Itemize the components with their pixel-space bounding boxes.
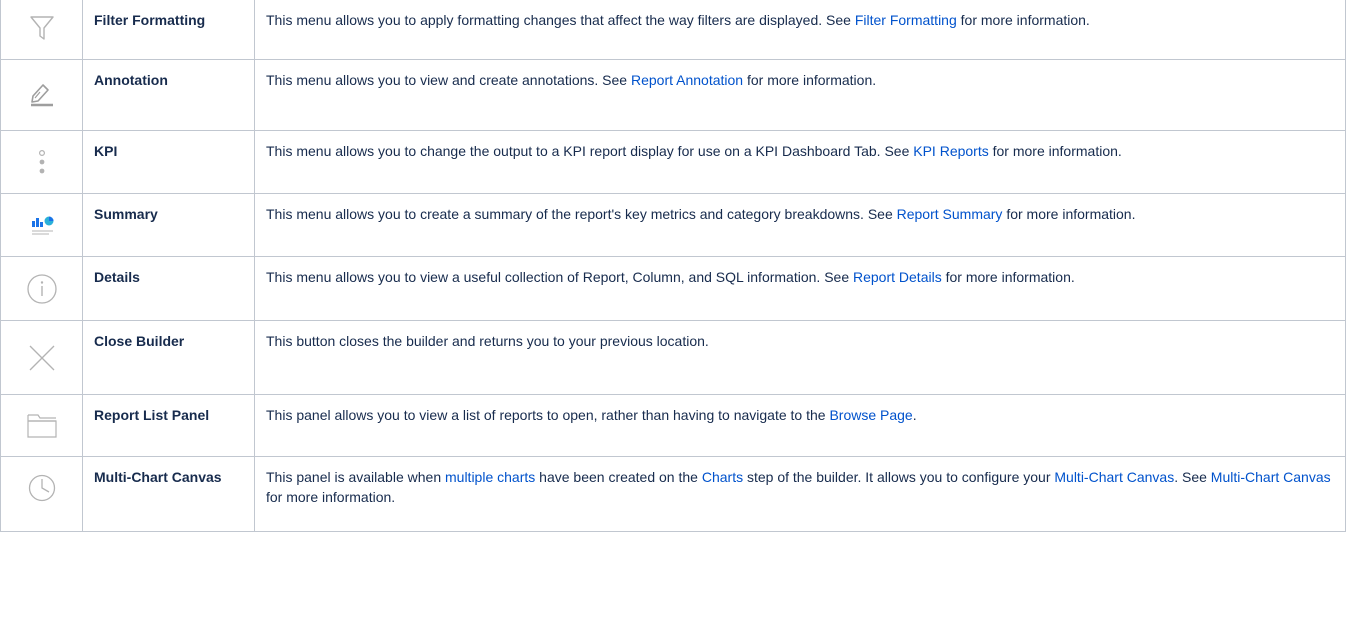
- table-row: Annotation This menu allows you to view …: [0, 59, 1346, 131]
- kpi-reports-link[interactable]: KPI Reports: [913, 143, 988, 159]
- row-name: Report List Panel: [94, 407, 210, 423]
- report-details-link[interactable]: Report Details: [853, 269, 942, 285]
- row-description: This panel is available when multiple ch…: [266, 469, 1331, 505]
- filter-icon: [29, 14, 55, 42]
- row-name: KPI: [94, 143, 118, 159]
- folder-icon: [26, 412, 58, 440]
- report-annotation-link[interactable]: Report Annotation: [631, 72, 743, 88]
- table-row: Filter Formatting This menu allows you t…: [0, 0, 1346, 60]
- row-description: This panel allows you to view a list of …: [266, 407, 917, 423]
- table-row: KPI This menu allows you to change the o…: [0, 130, 1346, 194]
- multi-chart-clock-icon: [27, 473, 57, 503]
- table-row: Report List Panel This panel allows you …: [0, 394, 1346, 457]
- row-name: Multi-Chart Canvas: [94, 469, 222, 485]
- filter-formatting-link[interactable]: Filter Formatting: [855, 12, 957, 28]
- multi-chart-canvas-link[interactable]: Multi-Chart Canvas: [1211, 469, 1331, 485]
- row-description: This menu allows you to view a useful co…: [266, 269, 1075, 285]
- multi-chart-canvas-link[interactable]: Multi-Chart Canvas: [1054, 469, 1174, 485]
- annotation-pen-icon: [28, 79, 56, 109]
- table-row: Close Builder This button closes the bui…: [0, 320, 1346, 395]
- kpi-dots-icon: [36, 149, 48, 175]
- summary-chart-icon: [29, 214, 55, 238]
- table-row: Multi-Chart Canvas This panel is availab…: [0, 456, 1346, 532]
- row-description: This menu allows you to apply formatting…: [266, 12, 1090, 28]
- multiple-charts-link[interactable]: multiple charts: [445, 469, 535, 485]
- table-row: Details This menu allows you to view a u…: [0, 256, 1346, 321]
- browse-page-link[interactable]: Browse Page: [829, 407, 912, 423]
- row-description: This menu allows you to change the outpu…: [266, 143, 1122, 159]
- row-name: Filter Formatting: [94, 12, 206, 28]
- row-name: Details: [94, 269, 140, 285]
- row-name: Close Builder: [94, 333, 185, 349]
- close-icon: [27, 343, 57, 373]
- row-description: This menu allows you to create a summary…: [266, 206, 1136, 222]
- report-summary-link[interactable]: Report Summary: [897, 206, 1003, 222]
- row-description: This menu allows you to view and create …: [266, 72, 877, 88]
- table-row: Summary This menu allows you to create a…: [0, 193, 1346, 257]
- row-name: Annotation: [94, 72, 168, 88]
- row-description: This button closes the builder and retur…: [266, 333, 709, 349]
- info-icon: [26, 273, 58, 305]
- document-table: Filter Formatting This menu allows you t…: [0, 0, 1346, 532]
- charts-link[interactable]: Charts: [702, 469, 743, 485]
- row-name: Summary: [94, 206, 158, 222]
